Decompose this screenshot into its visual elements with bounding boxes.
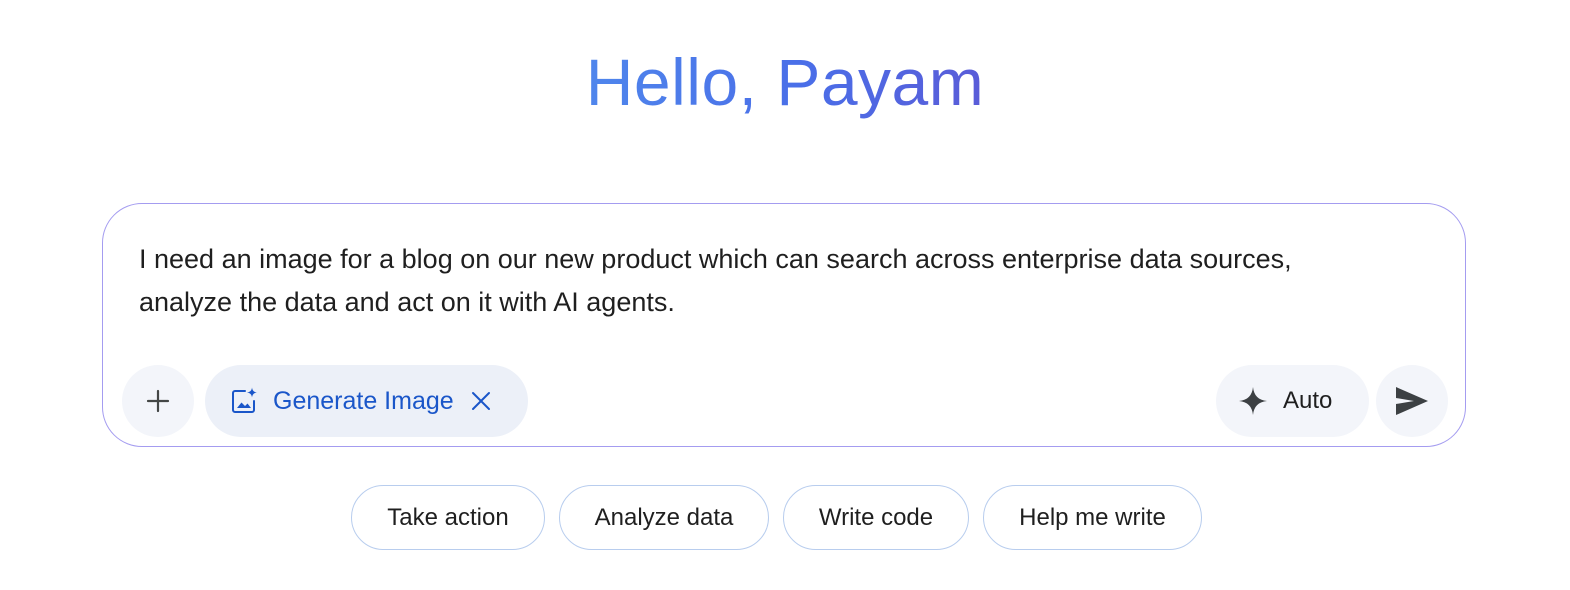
generate-image-label: Generate Image bbox=[273, 386, 454, 415]
suggestion-analyze-data[interactable]: Analyze data bbox=[559, 485, 769, 550]
image-sparkle-icon bbox=[232, 387, 257, 413]
generate-image-chip[interactable]: Generate Image bbox=[205, 365, 528, 437]
prompt-input[interactable]: I need an image for a blog on our new pr… bbox=[139, 238, 1419, 324]
plus-icon bbox=[146, 389, 170, 413]
greeting-heading: Hello, Payam bbox=[0, 44, 1570, 120]
model-selector-button[interactable]: Auto bbox=[1216, 365, 1369, 437]
remove-tool-button[interactable] bbox=[470, 390, 492, 412]
greeting-text: Hello, Payam bbox=[585, 45, 985, 119]
sparkle-icon bbox=[1239, 387, 1267, 415]
suggestion-help-me-write[interactable]: Help me write bbox=[983, 485, 1202, 550]
add-attachment-button[interactable] bbox=[122, 365, 194, 437]
suggestion-write-code[interactable]: Write code bbox=[783, 485, 969, 550]
send-icon bbox=[1396, 387, 1428, 415]
close-icon bbox=[471, 392, 490, 410]
suggestion-take-action[interactable]: Take action bbox=[351, 485, 545, 550]
prompt-composer: I need an image for a blog on our new pr… bbox=[102, 203, 1466, 447]
model-selector-label: Auto bbox=[1283, 387, 1333, 414]
suggestion-chips: Take action Analyze data Write code Help… bbox=[0, 485, 1570, 550]
send-button[interactable] bbox=[1376, 365, 1448, 437]
